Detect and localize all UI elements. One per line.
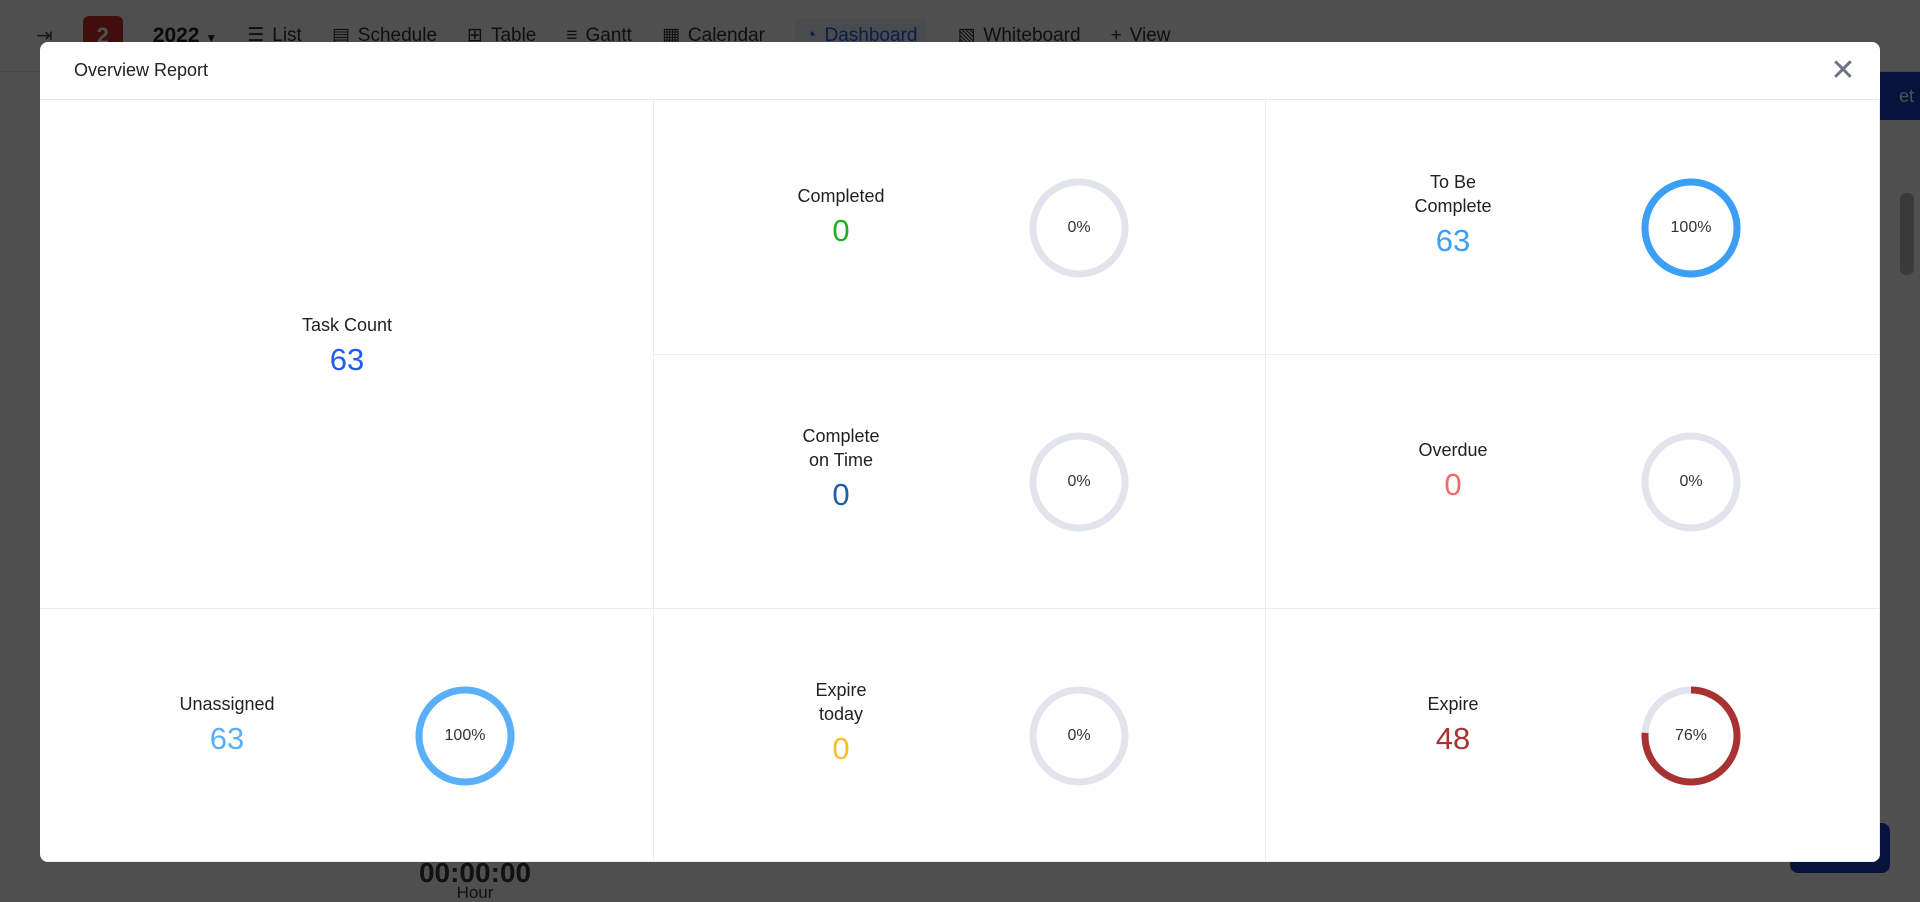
expire-card: Expire 48 76% [1266,609,1880,862]
overdue-donut: 0% [1641,432,1741,532]
completed-percent: 0% [1067,219,1091,236]
to-be-complete-donut: 100% [1641,178,1741,278]
to-be-complete-value: 63 [1435,223,1471,258]
task-count-label: Task Count [301,315,393,335]
complete-on-time-donut: 0% [1029,432,1129,532]
to-be-complete-label: To Be Complete [1414,172,1492,216]
unassigned-label: Unassigned [179,694,275,714]
modal-header: Overview Report ✕ [40,42,1880,100]
task-count-card: Task Count 63 [40,100,654,609]
modal-title: Overview Report [74,60,209,80]
completed-value: 0 [832,213,850,248]
completed-stat: Completed 0 [797,184,884,252]
timer-display: 00:00:00 [418,857,532,888]
unassigned-donut: 100% [415,686,515,786]
unassigned-stat: Unassigned 63 [179,692,274,760]
completed-label: Completed [797,186,885,206]
task-count: Task Count 63 [302,313,392,381]
report-grid: Task Count 63 Completed 0 0% To Be Compl… [40,100,1880,862]
expire-today-label: Expire today [815,680,867,724]
expire-stat: Expire 48 [1427,692,1478,760]
task-count-value: 63 [329,342,365,377]
expire-today-card: Expire today 0 0% [654,609,1266,862]
overdue-percent: 0% [1679,473,1703,490]
expire-today-donut: 0% [1029,686,1129,786]
expire-today-stat: Expire today 0 [796,678,886,770]
expire-donut: 76% [1641,686,1741,786]
to-be-complete-stat: To Be Complete 63 [1408,170,1498,262]
complete-on-time-card: Complete on Time 0 0% [654,355,1266,609]
unassigned-percent: 100% [444,727,486,744]
complete-on-time-label: Complete on Time [802,426,880,470]
completed-donut: 0% [1029,178,1129,278]
completed-card: Completed 0 0% [654,100,1266,355]
expire-percent: 76% [1674,727,1708,744]
close-icon[interactable]: ✕ [1828,56,1858,86]
complete-on-time-percent: 0% [1067,473,1091,490]
expire-today-value: 0 [832,731,850,766]
complete-on-time-value: 0 [832,477,850,512]
overdue-stat: Overdue 0 [1418,438,1487,506]
complete-on-time-stat: Complete on Time 0 [796,424,886,516]
timer-unit-label: Hour [456,883,494,902]
expire-label: Expire [1427,694,1479,714]
unassigned-card: Unassigned 63 100% [40,609,654,862]
to-be-complete-card: To Be Complete 63 100% [1266,100,1880,355]
expire-today-percent: 0% [1067,727,1091,744]
unassigned-value: 63 [209,721,245,756]
overdue-card: Overdue 0 0% [1266,355,1880,609]
overdue-label: Overdue [1418,440,1488,460]
expire-value: 48 [1435,721,1471,756]
overdue-value: 0 [1444,467,1462,502]
to-be-complete-percent: 100% [1670,219,1712,236]
overview-report-modal: Overview Report ✕ Task Count 63 Complete… [40,42,1880,862]
